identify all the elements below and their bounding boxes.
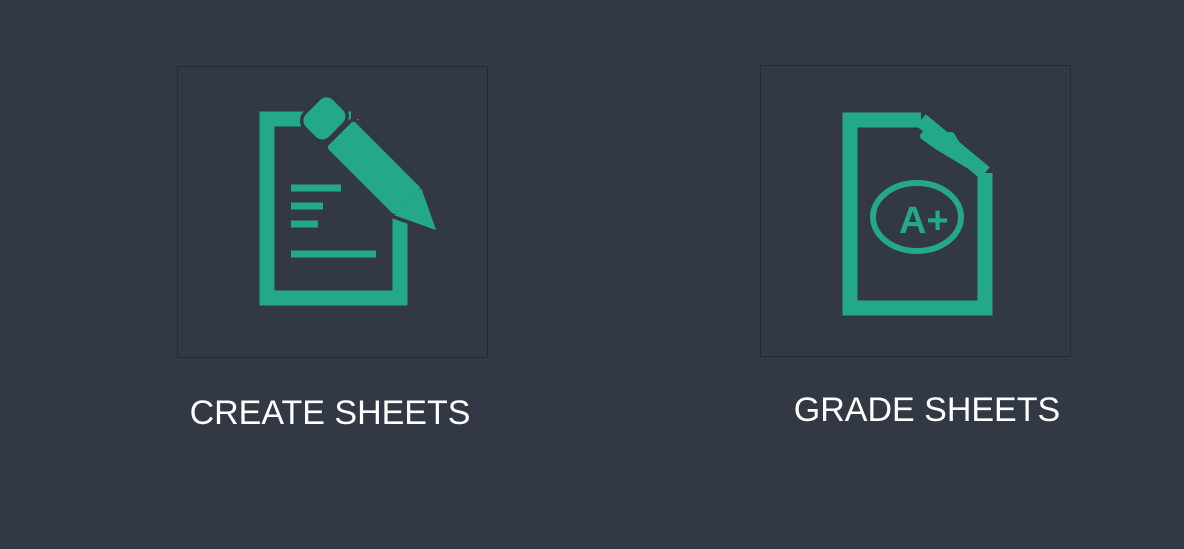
grade-sheets-tile[interactable]: A+ <box>760 65 1071 357</box>
graded-paper-icon: A+ <box>842 112 993 316</box>
grade-sheets-label[interactable]: GRADE SHEETS <box>777 390 1077 430</box>
grade-mark: A+ <box>899 200 949 242</box>
edit-document-icon <box>259 93 440 306</box>
create-sheets-tile[interactable] <box>177 66 488 358</box>
create-sheets-label[interactable]: CREATE SHEETS <box>180 393 480 433</box>
